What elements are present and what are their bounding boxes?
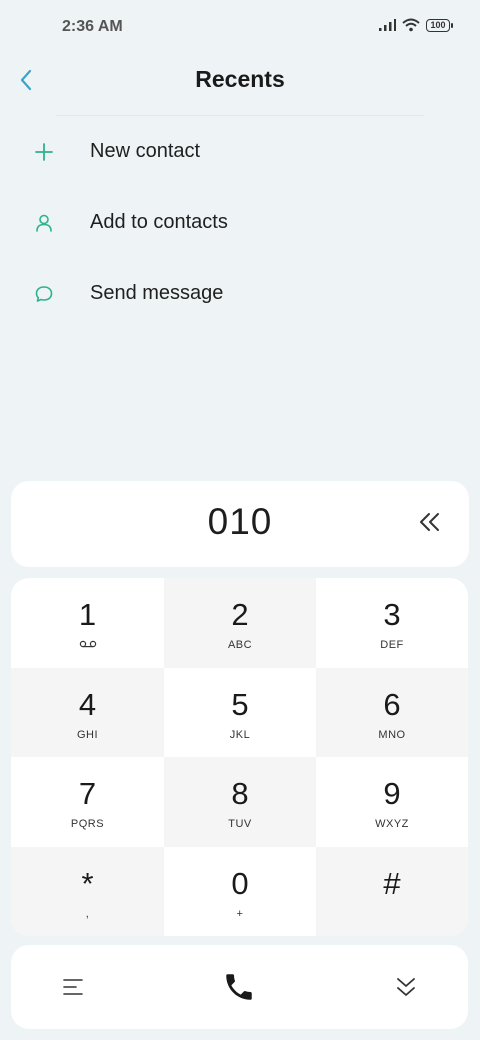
key-3[interactable]: 3 DEF	[316, 578, 468, 668]
send-message-button[interactable]: Send message	[0, 258, 480, 329]
battery-icon: 100	[426, 18, 453, 32]
action-list: New contact Add to contacts Send message	[0, 116, 480, 329]
add-to-contacts-label: Add to contacts	[90, 211, 228, 233]
key-digit: 5	[231, 687, 249, 722]
menu-icon	[63, 979, 83, 995]
key-digit: 9	[383, 776, 401, 811]
collapse-keypad-button[interactable]	[384, 965, 428, 1009]
key-8[interactable]: 8 TUV	[164, 757, 316, 847]
plus-icon	[0, 142, 90, 162]
header: Recents	[0, 56, 480, 116]
key-9[interactable]: 9 WXYZ	[316, 757, 468, 847]
new-contact-button[interactable]: New contact	[0, 116, 480, 187]
key-letters: ,	[85, 908, 90, 920]
new-contact-label: New contact	[90, 140, 201, 162]
key-digit: 4	[78, 687, 97, 722]
voicemail-icon	[79, 640, 96, 648]
double-chevron-left-icon	[420, 513, 439, 531]
key-digit: 0	[231, 866, 249, 901]
signal-icon	[379, 19, 396, 31]
page-title: Recents	[195, 66, 285, 92]
key-digit: 6	[383, 687, 401, 722]
send-message-label: Send message	[90, 282, 224, 304]
key-letters: PQRS	[70, 818, 105, 830]
key-5[interactable]: 5 JKL	[164, 668, 316, 757]
key-7[interactable]: 7 PQRS	[11, 757, 164, 847]
status-icons: 100	[378, 18, 453, 32]
key-4[interactable]: 4 GHI	[11, 668, 164, 757]
double-chevron-down-icon	[397, 978, 415, 996]
key-letters: +	[236, 908, 244, 920]
call-button[interactable]	[217, 965, 261, 1009]
key-2[interactable]: 2 ABC	[164, 578, 316, 668]
status-bar: 2:36 AM 100	[0, 0, 480, 56]
key-digit: 2	[231, 597, 249, 632]
key-digit: 8	[231, 776, 249, 811]
key-letters: DEF	[380, 639, 404, 651]
key-6[interactable]: 6 MNO	[316, 668, 468, 757]
keypad: 1 2 ABC 3 DEF 4 GHI 5 JKL 6 MNO 7 PQRS 8…	[11, 578, 468, 936]
menu-button[interactable]	[51, 965, 95, 1009]
key-letters: WXYZ	[375, 818, 409, 830]
key-letters: TUV	[228, 818, 252, 830]
key-1[interactable]: 1	[11, 578, 164, 668]
message-icon	[0, 284, 90, 304]
add-to-contacts-button[interactable]: Add to contacts	[0, 187, 480, 258]
key-digit: #	[383, 866, 401, 901]
key-letters: ABC	[227, 639, 253, 651]
key-letters: GHI	[76, 729, 99, 741]
bottom-bar	[11, 945, 468, 1029]
key-0[interactable]: 0 +	[164, 847, 316, 936]
key-letters: JKL	[229, 729, 251, 741]
number-display: 010	[11, 481, 469, 567]
key-hash[interactable]: #	[316, 847, 468, 936]
key-digit: 7	[78, 776, 97, 811]
key-letters: MNO	[378, 729, 406, 741]
key-star[interactable]: * ,	[11, 847, 164, 936]
backspace-button[interactable]	[411, 503, 449, 541]
status-time: 2:36 AM	[62, 18, 123, 35]
wifi-icon	[402, 18, 420, 32]
dialed-number[interactable]: 010	[11, 501, 469, 543]
person-icon	[0, 213, 90, 233]
key-digit: *	[81, 866, 94, 901]
key-digit: 1	[78, 597, 97, 632]
phone-icon	[226, 974, 252, 1000]
key-digit: 3	[383, 597, 401, 632]
